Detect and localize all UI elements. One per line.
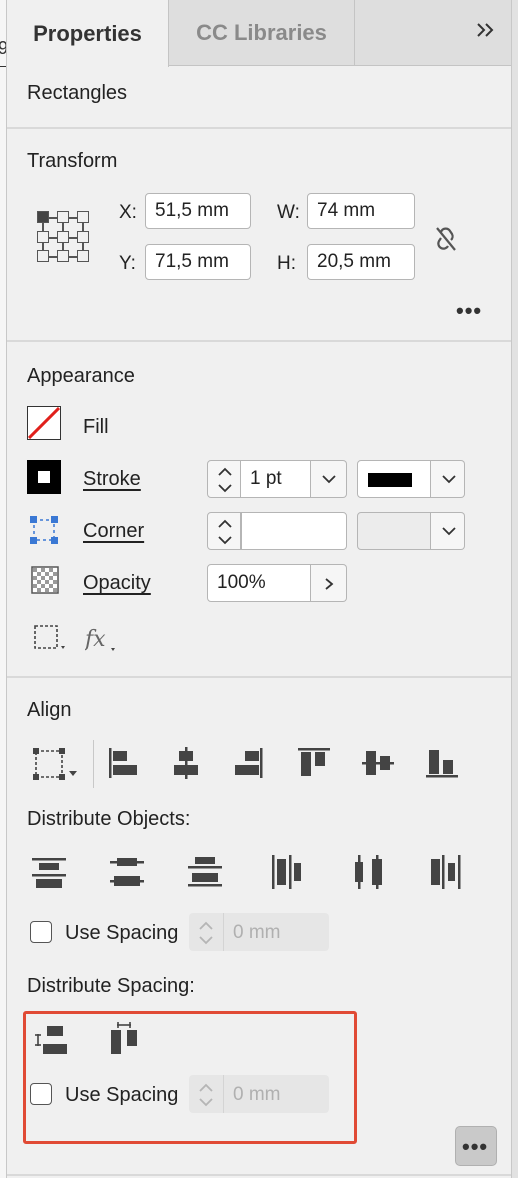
distribute-left-icon[interactable] [269, 854, 305, 895]
opacity-slider-button[interactable] [311, 564, 347, 602]
tab-cc-libraries-label: CC Libraries [196, 20, 327, 45]
opacity-input[interactable]: 100% [207, 564, 311, 602]
align-vertical-center-icon[interactable] [361, 746, 395, 785]
tab-properties-label: Properties [33, 20, 142, 46]
w-field[interactable]: 74 mm [307, 193, 415, 229]
align-top-icon[interactable] [297, 746, 331, 785]
use-spacing-label: Use Spacing [65, 922, 179, 944]
constrain-proportions-icon[interactable] [433, 224, 459, 259]
align-left-icon[interactable] [107, 746, 141, 785]
frame-options-icon[interactable] [33, 624, 69, 657]
use-spacing-checkbox[interactable] [30, 921, 52, 943]
fill-none-icon[interactable] [27, 406, 61, 440]
distribute-horizontal-center-icon[interactable] [351, 854, 387, 895]
tab-cc-libraries[interactable]: CC Libraries [169, 0, 355, 66]
selection-label: Rectangles [27, 82, 128, 104]
distribute-objects-title: Distribute Objects: [27, 808, 191, 830]
stroke-label[interactable]: Stroke [83, 468, 141, 491]
stroke-weight-dropdown[interactable] [311, 460, 347, 498]
appearance-title: Appearance [27, 365, 135, 387]
x-field[interactable]: 51,5 mm [145, 193, 251, 229]
distribute-spacing-title: Distribute Spacing: [27, 975, 195, 997]
align-more-options-button[interactable]: ••• [455, 1126, 497, 1166]
h-label: H: [277, 253, 296, 274]
corner-shape-dropdown[interactable] [431, 512, 465, 550]
h-field[interactable]: 20,5 mm [307, 244, 415, 280]
stroke-weight-input[interactable]: 1 pt [241, 460, 311, 498]
properties-panel: Properties CC Libraries Rectangles Trans… [6, 0, 512, 1178]
corner-icon[interactable] [29, 515, 59, 550]
align-to-selection-icon[interactable] [33, 746, 83, 787]
distribute-right-icon[interactable] [427, 854, 463, 895]
x-label: X: [119, 202, 137, 223]
highlight-box [23, 1011, 357, 1144]
distribute-vertical-center-icon[interactable] [109, 854, 145, 895]
stroke-color-box[interactable] [357, 460, 431, 498]
stroke-swatch-icon[interactable] [27, 460, 61, 494]
svg-text:fx: fx [85, 627, 106, 652]
corner-radius-stepper[interactable] [207, 512, 241, 550]
stroke-weight-stepper[interactable] [207, 460, 241, 498]
fx-icon[interactable]: fx [83, 624, 121, 659]
spacing-value: 0 mm [233, 922, 281, 943]
align-separator [93, 740, 94, 788]
opacity-label[interactable]: Opacity [83, 572, 151, 595]
y-label: Y: [119, 253, 136, 274]
divider [7, 676, 511, 678]
panel-menu-expand-icon[interactable] [475, 20, 497, 46]
divider [7, 340, 511, 342]
y-field[interactable]: 71,5 mm [145, 244, 251, 280]
corner-shape-box[interactable] [357, 512, 431, 550]
divider [7, 1174, 511, 1176]
spacing-field[interactable]: 0 mm [189, 913, 329, 951]
align-horizontal-center-icon[interactable] [169, 746, 203, 785]
fill-label: Fill [83, 416, 109, 438]
divider [7, 127, 511, 129]
transform-title: Transform [27, 150, 118, 172]
transform-more-options-icon[interactable]: ••• [456, 298, 482, 324]
tab-bar: Properties CC Libraries [7, 0, 511, 67]
stroke-color-dropdown[interactable] [431, 460, 465, 498]
tab-properties[interactable]: Properties [7, 0, 169, 67]
corner-radius-input[interactable] [241, 512, 347, 550]
w-label: W: [277, 202, 300, 223]
align-right-icon[interactable] [231, 746, 265, 785]
align-bottom-icon[interactable] [425, 746, 459, 785]
opacity-icon [31, 566, 59, 599]
distribute-bottom-icon[interactable] [187, 854, 223, 895]
align-title: Align [27, 699, 72, 721]
distribute-top-icon[interactable] [31, 854, 67, 895]
reference-point-icon[interactable] [37, 211, 93, 263]
corner-label[interactable]: Corner [83, 520, 144, 543]
more-options-icon: ••• [462, 1134, 489, 1159]
